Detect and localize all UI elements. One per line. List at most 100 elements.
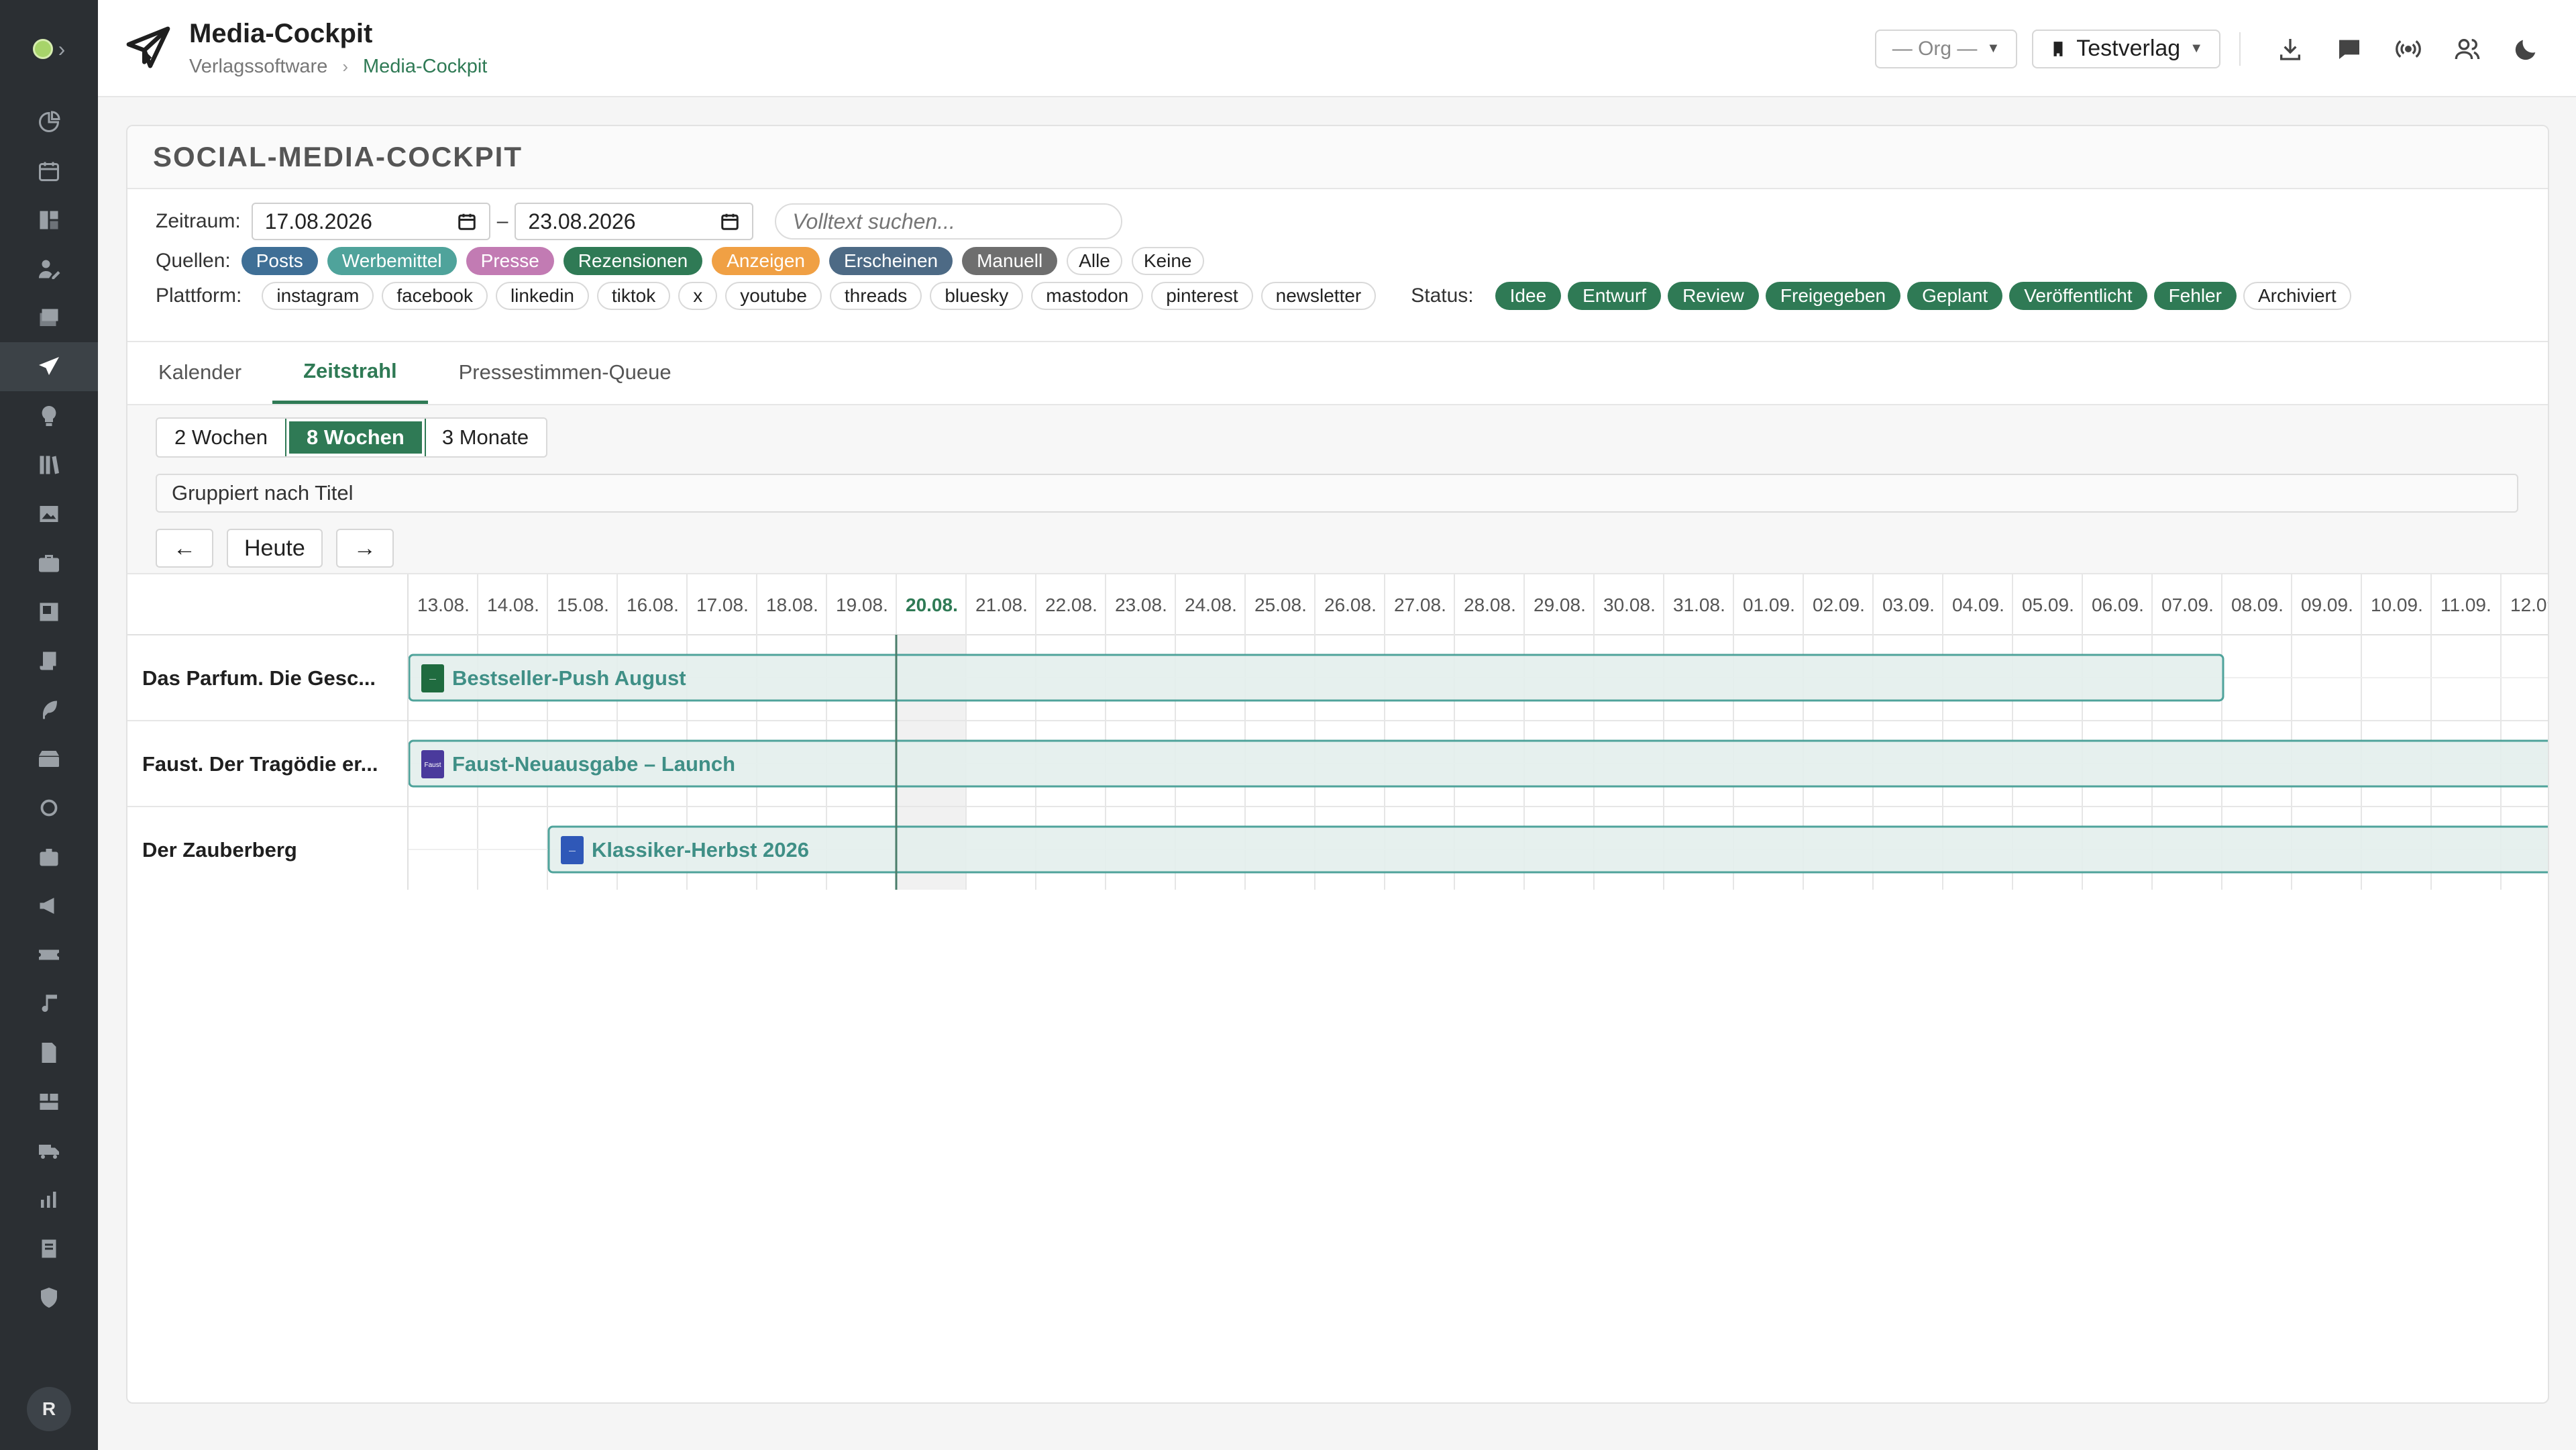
date-column-label: 02.09.	[1813, 594, 1865, 615]
sidebar-item-audio[interactable]	[0, 979, 98, 1028]
platform-chip[interactable]: mastodon	[1031, 282, 1144, 310]
status-pill[interactable]: Fehler	[2153, 282, 2237, 310]
grouping-select[interactable]: Gruppiert nach Titel	[156, 474, 2518, 513]
sidebar-item-status[interactable]	[0, 783, 98, 832]
sidebar-item-scripts[interactable]	[0, 636, 98, 685]
tab-calendar[interactable]: Kalender	[127, 341, 272, 404]
sources-none-button[interactable]: Keine	[1131, 247, 1204, 275]
range-3-months-button[interactable]: 3 Monate	[425, 419, 546, 456]
sources-all-button[interactable]: Alle	[1067, 247, 1122, 275]
platform-chip[interactable]: newsletter	[1260, 282, 1377, 310]
platform-chip[interactable]: pinterest	[1151, 282, 1253, 310]
users-button[interactable]	[2438, 22, 2497, 76]
sidebar-item-images[interactable]	[0, 489, 98, 538]
status-label: Status:	[1411, 284, 1474, 307]
sidebar-item-ideas[interactable]	[0, 391, 98, 440]
sidebar-item-titles[interactable]	[0, 293, 98, 342]
platform-chip[interactable]: facebook	[382, 282, 488, 310]
status-pill[interactable]: Geplant	[1907, 282, 2003, 310]
user-avatar[interactable]: R	[27, 1387, 71, 1431]
campaign-bar[interactable]: Faust Faust-Neuausgabe – Launch	[408, 739, 2549, 788]
campaign-bar-rect[interactable]	[547, 825, 2549, 874]
sidebar-item-authors[interactable]	[0, 244, 98, 293]
campaign-bar[interactable]: — Klassiker-Herbst 2026	[547, 825, 2549, 874]
prev-button[interactable]: ←	[156, 529, 213, 568]
platform-label: Plattform:	[156, 284, 242, 307]
today-button[interactable]: Heute	[227, 529, 323, 568]
platform-chip[interactable]: linkedin	[495, 282, 589, 310]
download-button[interactable]	[2261, 22, 2320, 76]
source-pill[interactable]: Rezensionen	[563, 247, 703, 275]
platform-chip[interactable]: threads	[829, 282, 922, 310]
range-8-weeks-button[interactable]: 8 Wochen	[285, 419, 426, 456]
source-pill[interactable]: Anzeigen	[712, 247, 820, 275]
sidebar-item-calendar[interactable]	[0, 146, 98, 195]
status-pill[interactable]: Entwurf	[1568, 282, 1662, 310]
sidebar-item-warehouse[interactable]	[0, 1077, 98, 1126]
status-archived-chip[interactable]: Archiviert	[2243, 282, 2351, 310]
source-pill[interactable]: Werbemittel	[327, 247, 457, 275]
platform-chip[interactable]: x	[678, 282, 718, 310]
sidebar-item-sales[interactable]	[0, 832, 98, 881]
sources-label: Quellen:	[156, 250, 231, 272]
org-select[interactable]: — Org — ▼	[1874, 29, 2018, 68]
sidebar-item-library[interactable]	[0, 440, 98, 489]
user-edit-icon	[39, 260, 60, 279]
date-column-label: 19.08.	[836, 594, 888, 615]
sidebar-item-accounting[interactable]	[0, 1224, 98, 1273]
sidebar-item-tickets[interactable]	[0, 930, 98, 979]
sidebar-item-marketing[interactable]	[0, 881, 98, 930]
status-pill[interactable]: Veröffentlicht	[2009, 282, 2147, 310]
row-title-label[interactable]: Der Zauberberg	[142, 838, 297, 862]
sidebar-item-shipping[interactable]	[0, 1126, 98, 1175]
warehouse-icon	[40, 1093, 58, 1110]
range-2-weeks-button[interactable]: 2 Wochen	[157, 419, 287, 456]
shield-icon	[41, 1287, 57, 1308]
platform-chip[interactable]: bluesky	[930, 282, 1024, 310]
sidebar-item-documents[interactable]	[0, 1028, 98, 1077]
sidebar-item-projects[interactable]	[0, 538, 98, 587]
source-pill[interactable]: Posts	[241, 247, 318, 275]
sidebar-item-editing[interactable]	[0, 685, 98, 734]
date-to-input[interactable]: 23.08.2026	[515, 203, 754, 240]
messages-button[interactable]	[2320, 22, 2379, 76]
source-pill[interactable]: Erscheinen	[829, 247, 953, 275]
sidebar-item-board[interactable]	[0, 195, 98, 244]
date-column-label: 22.08.	[1045, 594, 1097, 615]
platform-chip[interactable]: tiktok	[596, 282, 671, 310]
breadcrumb-item-root[interactable]: Verlagssoftware	[189, 56, 327, 78]
ledger-icon	[42, 1239, 56, 1257]
status-pill[interactable]: Review	[1668, 282, 1759, 310]
sidebar-item-reports[interactable]	[0, 1175, 98, 1224]
status-pill[interactable]: Freigegeben	[1765, 282, 1901, 310]
date-column-label: 24.08.	[1185, 594, 1237, 615]
status-pill[interactable]: Idee	[1495, 282, 1562, 310]
sidebar-item-dashboard[interactable]	[0, 97, 98, 146]
tab-timeline[interactable]: Zeitstrahl	[272, 341, 428, 404]
row-title-label[interactable]: Faust. Der Tragödie er...	[142, 752, 378, 776]
fulltext-search-input[interactable]	[775, 203, 1123, 240]
app-logo[interactable]	[32, 38, 53, 59]
expand-sidebar-icon[interactable]: ›	[58, 38, 66, 60]
date-from-input[interactable]: 17.08.2026	[251, 203, 490, 240]
broadcast-button[interactable]	[2379, 22, 2438, 76]
publisher-select[interactable]: Testverlag ▼	[2032, 29, 2220, 68]
next-button[interactable]: →	[335, 529, 394, 568]
sidebar-item-archive[interactable]	[0, 734, 98, 783]
platform-chip[interactable]: instagram	[262, 282, 374, 310]
date-to-value: 23.08.2026	[528, 209, 636, 234]
campaign-bar[interactable]: — Bestseller-Push August	[408, 654, 2224, 702]
platform-chip[interactable]: youtube	[725, 282, 822, 310]
sidebar-item-security[interactable]	[0, 1273, 98, 1322]
dark-mode-toggle[interactable]	[2497, 22, 2556, 76]
campaign-bar-label: Bestseller-Push August	[452, 666, 686, 690]
page-title: Media-Cockpit	[189, 18, 373, 48]
breadcrumb-item-current[interactable]: Media-Cockpit	[363, 56, 487, 78]
source-pill[interactable]: Presse	[466, 247, 554, 275]
users-icon	[2455, 38, 2480, 59]
sidebar-item-gallery[interactable]	[0, 587, 98, 636]
row-title-label[interactable]: Das Parfum. Die Gesc...	[142, 666, 376, 690]
sidebar-item-media-cockpit[interactable]	[0, 342, 98, 391]
source-pill[interactable]: Manuell	[962, 247, 1058, 275]
tab-press-queue[interactable]: Pressestimmen-Queue	[428, 341, 702, 404]
